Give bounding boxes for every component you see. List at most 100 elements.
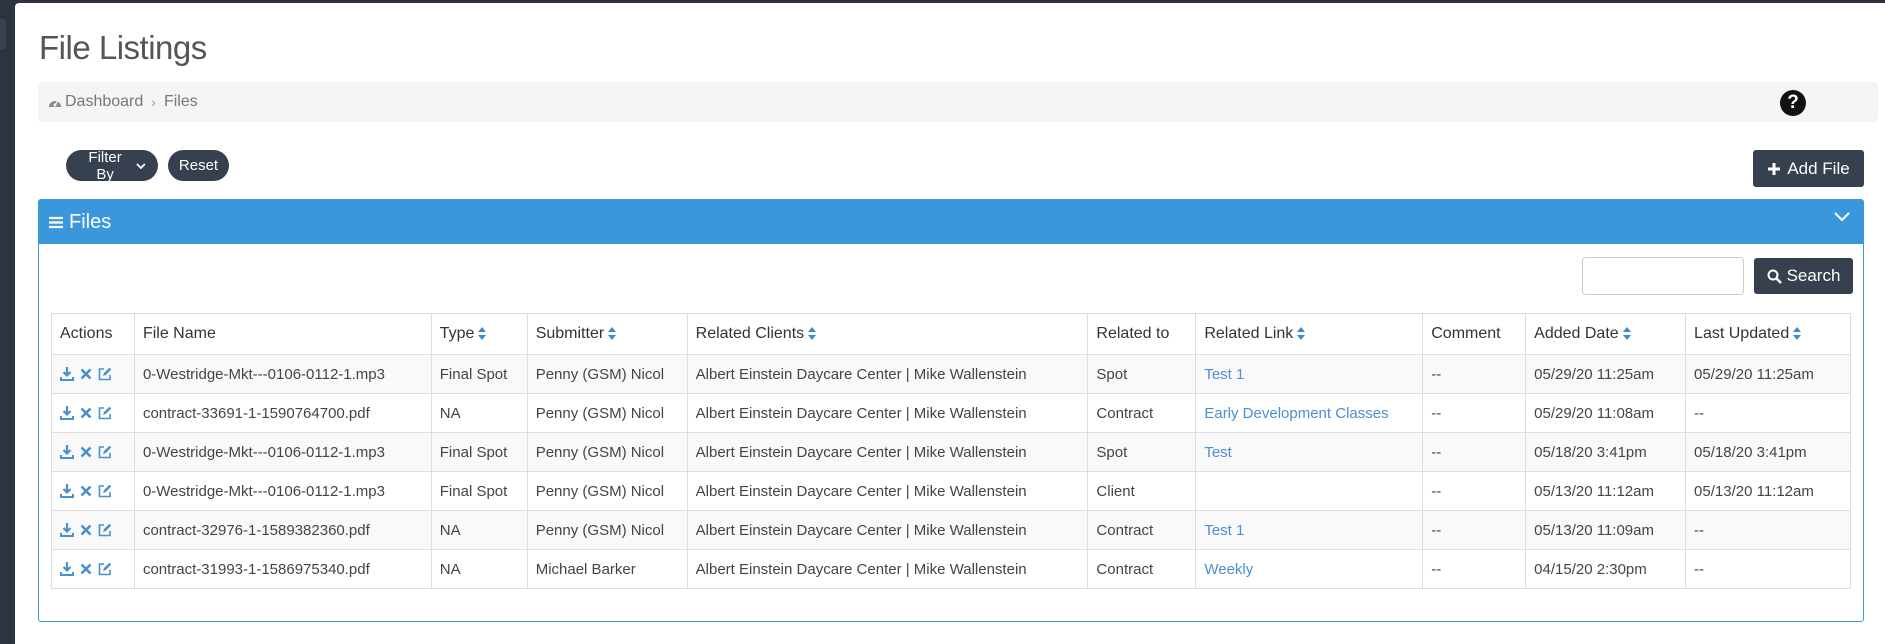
column-header-type[interactable]: Type (430, 313, 528, 355)
sidebar (0, 3, 15, 644)
breadcrumb-dashboard-label: Dashboard (65, 93, 144, 110)
cell-submitter: Penny (GSM) Nicol (526, 432, 688, 472)
main-content: File Listings Dashboard › Files ? Filter… (15, 3, 1885, 644)
cell-file-name: 0-Westridge-Mkt---0106-0112-1.mp3 (133, 354, 432, 394)
delete-icon[interactable] (80, 485, 92, 497)
sort-icon[interactable] (608, 327, 617, 341)
cell-related-to: Contract (1087, 549, 1197, 589)
breadcrumb-current: Files (163, 93, 198, 110)
related-link[interactable]: Weekly (1204, 561, 1253, 578)
plus-icon (1768, 162, 1781, 175)
cell-related-clients: Albert Einstein Daycare Center | Mike Wa… (686, 549, 1089, 589)
cell-submitter: Penny (GSM) Nicol (526, 393, 688, 433)
filter-by-label: Filter By (88, 148, 122, 183)
cell-related-to: Contract (1087, 510, 1197, 550)
table-row: contract-32976-1-1589382360.pdf NA Penny… (51, 510, 1851, 550)
delete-icon[interactable] (80, 446, 92, 458)
delete-icon[interactable] (80, 524, 92, 536)
cell-related-link (1195, 471, 1424, 511)
cell-last-updated: -- (1685, 510, 1851, 550)
edit-icon[interactable] (98, 523, 112, 537)
cell-last-updated: 05/18/20 3:41pm (1685, 432, 1851, 472)
delete-icon[interactable] (80, 563, 92, 575)
cell-related-clients: Albert Einstein Daycare Center | Mike Wa… (686, 510, 1089, 550)
column-header-added-date[interactable]: Added Date (1525, 313, 1687, 355)
cell-file-name: 0-Westridge-Mkt---0106-0112-1.mp3 (133, 471, 432, 511)
cell-related-clients: Albert Einstein Daycare Center | Mike Wa… (686, 471, 1089, 511)
cell-last-updated: -- (1685, 393, 1851, 433)
sort-icon[interactable] (1622, 327, 1631, 341)
reset-button[interactable]: Reset (168, 150, 229, 181)
sidebar-toggle[interactable] (0, 19, 6, 49)
download-icon[interactable] (60, 367, 74, 381)
related-link[interactable]: Test 1 (1204, 522, 1244, 539)
download-icon[interactable] (60, 484, 74, 498)
cell-type: NA (430, 393, 528, 433)
edit-icon[interactable] (98, 367, 112, 381)
column-header-related-link[interactable]: Related Link (1195, 313, 1424, 355)
cell-related-link: Test 1 (1195, 354, 1424, 394)
row-actions (51, 510, 135, 550)
edit-icon[interactable] (98, 562, 112, 576)
list-icon (49, 216, 63, 228)
cell-file-name: contract-31993-1-1586975340.pdf (133, 549, 432, 589)
download-icon[interactable] (60, 523, 74, 537)
add-file-button[interactable]: Add File (1753, 150, 1864, 187)
delete-icon[interactable] (80, 407, 92, 419)
edit-icon[interactable] (98, 406, 112, 420)
collapse-chevron-icon[interactable] (1833, 210, 1851, 224)
cell-related-clients: Albert Einstein Daycare Center | Mike Wa… (686, 393, 1089, 433)
filter-by-button[interactable]: Filter By (66, 148, 158, 183)
cell-related-link: Early Development Classes (1195, 393, 1424, 433)
cell-added-date: 05/29/20 11:08am (1525, 393, 1687, 433)
column-header-related-clients[interactable]: Related Clients (686, 313, 1089, 355)
page-title: File Listings (39, 29, 207, 66)
table-row: 0-Westridge-Mkt---0106-0112-1.mp3 Final … (51, 471, 1851, 511)
column-header-last-updated[interactable]: Last Updated (1685, 313, 1851, 355)
cell-added-date: 05/18/20 3:41pm (1525, 432, 1687, 472)
chevron-down-icon (136, 162, 146, 169)
related-link[interactable]: Early Development Classes (1204, 405, 1388, 422)
row-actions (51, 471, 135, 511)
cell-added-date: 05/13/20 11:09am (1525, 510, 1687, 550)
search-bar: Search (1582, 257, 1853, 295)
column-header-submitter[interactable]: Submitter (526, 313, 688, 355)
search-button[interactable]: Search (1754, 258, 1853, 294)
download-icon[interactable] (60, 406, 74, 420)
sort-icon[interactable] (478, 327, 487, 341)
cell-type: Final Spot (430, 471, 528, 511)
add-file-label: Add File (1787, 158, 1850, 178)
breadcrumb-separator: › (151, 94, 156, 110)
cell-comment: -- (1422, 432, 1527, 472)
cell-related-link: Weekly (1195, 549, 1424, 589)
cell-related-to: Spot (1087, 354, 1197, 394)
cell-comment: -- (1422, 354, 1527, 394)
delete-icon[interactable] (80, 368, 92, 380)
sort-icon[interactable] (1793, 327, 1802, 341)
sort-icon[interactable] (1297, 327, 1306, 341)
column-header-file-name: File Name (133, 313, 432, 355)
cell-related-clients: Albert Einstein Daycare Center | Mike Wa… (686, 432, 1089, 472)
files-panel: Files Search Actions File Name Type Subm… (38, 199, 1864, 622)
cell-type: NA (430, 510, 528, 550)
cell-last-updated: 05/13/20 11:12am (1685, 471, 1851, 511)
cell-comment: -- (1422, 549, 1527, 589)
related-link[interactable]: Test (1204, 444, 1232, 461)
table-header-row: Actions File Name Type Submitter Related… (51, 313, 1851, 355)
cell-type: NA (430, 549, 528, 589)
cell-submitter: Penny (GSM) Nicol (526, 510, 688, 550)
download-icon[interactable] (60, 562, 74, 576)
cell-added-date: 05/29/20 11:25am (1525, 354, 1687, 394)
column-header-comment: Comment (1422, 313, 1527, 355)
edit-icon[interactable] (98, 484, 112, 498)
search-input[interactable] (1582, 257, 1744, 295)
cell-file-name: contract-32976-1-1589382360.pdf (133, 510, 432, 550)
question-circle-icon[interactable]: ? (1780, 90, 1806, 116)
related-link[interactable]: Test 1 (1204, 366, 1244, 383)
breadcrumb-dashboard-link[interactable]: Dashboard (48, 93, 143, 111)
sort-icon[interactable] (808, 327, 817, 341)
download-icon[interactable] (60, 445, 74, 459)
row-actions (51, 549, 135, 589)
cell-file-name: 0-Westridge-Mkt---0106-0112-1.mp3 (133, 432, 432, 472)
edit-icon[interactable] (98, 445, 112, 459)
